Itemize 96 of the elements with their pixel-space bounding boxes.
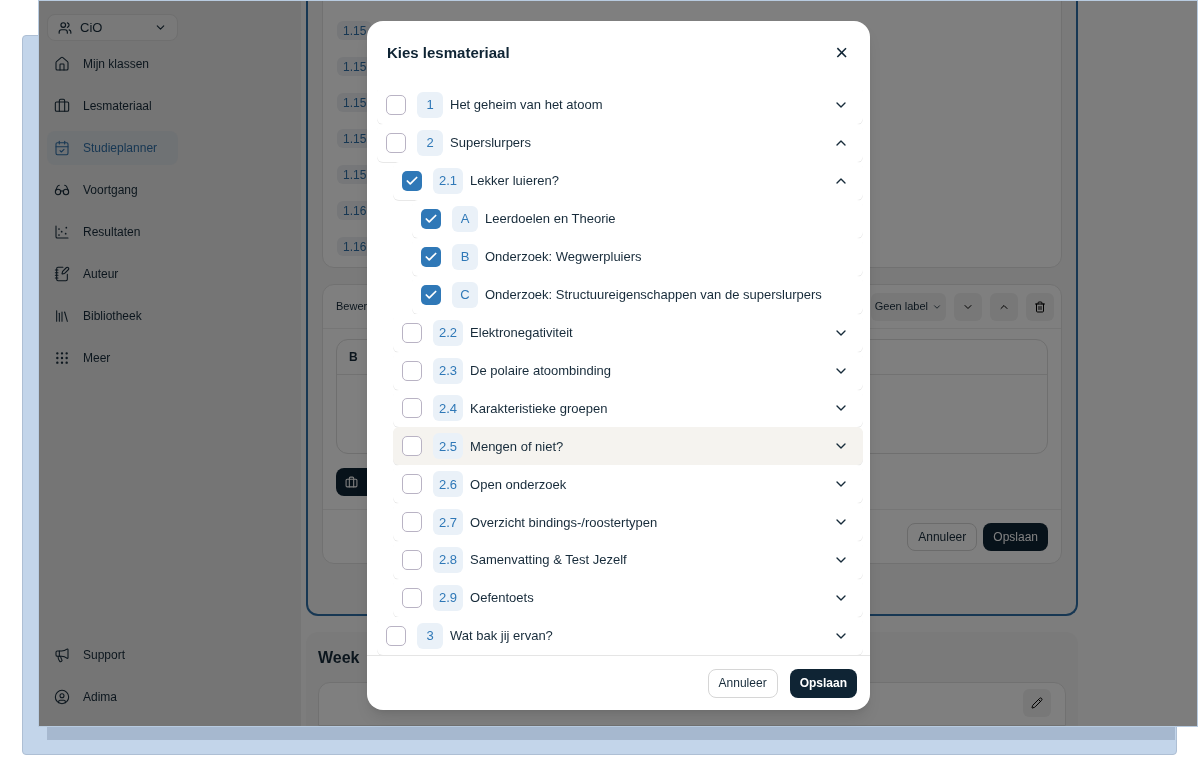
trash-icon xyxy=(1034,300,1046,313)
briefcase-icon xyxy=(345,475,358,489)
cancel-button[interactable]: Annuleer xyxy=(907,522,978,551)
nav-item[interactable]: Adima xyxy=(47,680,178,714)
material-title: Elektronegativiteit xyxy=(470,323,574,342)
close-button[interactable]: × xyxy=(835,42,848,64)
glasses-icon xyxy=(54,182,70,198)
checkbox[interactable] xyxy=(421,246,441,267)
checkbox[interactable] xyxy=(402,360,422,381)
nav-item[interactable]: Auteur xyxy=(47,257,178,291)
number-badge: 1 xyxy=(417,91,443,118)
number-badge: 2 xyxy=(417,129,443,156)
material-title: Open onderzoek xyxy=(470,475,568,494)
material-title: Superslurpers xyxy=(450,134,532,153)
material-row[interactable]: 2.5 Mengen of niet? xyxy=(393,427,863,466)
checkbox[interactable] xyxy=(402,588,422,609)
account-dropdown[interactable]: CiO xyxy=(47,14,178,41)
delete-button[interactable] xyxy=(1026,292,1054,321)
number-badge: 2.2 xyxy=(433,319,464,346)
checkbox[interactable] xyxy=(421,284,441,305)
number-badge: 2.3 xyxy=(433,357,464,384)
label-dropdown[interactable]: Geen label xyxy=(870,292,946,321)
material-title: Wat bak jij ervan? xyxy=(450,627,554,646)
number-badge: A xyxy=(452,205,478,232)
cancel-button[interactable]: Annuleer xyxy=(707,668,778,698)
material-row[interactable]: 2.2 Elektronegativiteit xyxy=(393,313,863,352)
save-button[interactable]: Opslaan xyxy=(983,522,1048,551)
calendar-check-icon xyxy=(54,140,70,156)
scatter-chart-icon xyxy=(54,224,70,240)
nav-item[interactable]: Resultaten xyxy=(47,215,178,249)
material-row[interactable]: A Leerdoelen en Theorie xyxy=(412,199,863,238)
material-row[interactable]: 2.1 Lekker luieren? xyxy=(393,161,863,200)
material-title: De polaire atoombinding xyxy=(470,361,612,380)
notebook-icon xyxy=(54,266,70,282)
material-row[interactable]: 2.4 Karakteristieke groepen xyxy=(393,389,863,428)
nav-item[interactable]: Support xyxy=(47,638,178,672)
nav-item[interactable]: Meer xyxy=(47,341,178,375)
briefcase-icon xyxy=(54,98,70,114)
material-title: Onderzoek: Wegwerpluiers xyxy=(485,247,643,266)
nav-item[interactable]: Lesmateriaal xyxy=(47,89,178,123)
library-icon xyxy=(54,308,70,324)
number-badge: 2.6 xyxy=(433,471,464,498)
checkbox[interactable] xyxy=(402,436,422,457)
material-title: Karakteristieke groepen xyxy=(470,399,609,418)
checkbox[interactable] xyxy=(386,626,406,647)
lesson-number: 1.15 xyxy=(337,21,373,40)
material-row[interactable]: 2.9 Oefentoets xyxy=(393,579,863,618)
nav-item[interactable]: Voortgang xyxy=(47,173,178,207)
number-badge: 3 xyxy=(417,623,443,650)
nav-item[interactable]: Mijn klassen xyxy=(47,47,178,81)
checkbox[interactable] xyxy=(402,550,422,571)
checkbox[interactable] xyxy=(402,398,422,419)
material-row[interactable]: 2.8 Samenvatting & Test Jezelf xyxy=(393,541,863,580)
material-title: Overzicht bindings-/roostertypen xyxy=(470,513,659,532)
house-icon xyxy=(54,56,70,72)
material-row[interactable]: 2.7 Overzicht bindings-/roostertypen xyxy=(393,503,863,542)
checkbox[interactable] xyxy=(402,322,422,343)
edit-button[interactable] xyxy=(1023,689,1051,717)
material-title: Leerdoelen en Theorie xyxy=(485,210,617,229)
number-badge: 2.5 xyxy=(433,433,464,460)
checkbox[interactable] xyxy=(402,512,422,533)
users-icon xyxy=(58,20,72,35)
material-row[interactable]: B Onderzoek: Wegwerpluiers xyxy=(412,237,863,276)
bold-button[interactable]: B xyxy=(349,348,358,366)
number-badge: 2.1 xyxy=(433,167,464,194)
avatar-icon xyxy=(54,689,70,705)
material-title: Het geheim van het atoom xyxy=(450,96,604,115)
material-title: Onderzoek: Structuureigenschappen van de superslurpers xyxy=(485,285,823,304)
number-badge: 2.4 xyxy=(433,395,464,422)
material-title: Samenvatting & Test Jezelf xyxy=(470,551,628,570)
number-badge: C xyxy=(452,281,478,308)
number-badge: 2.8 xyxy=(433,547,464,574)
checkbox[interactable] xyxy=(386,94,406,115)
save-button[interactable]: Opslaan xyxy=(789,668,857,698)
material-row[interactable]: 2.6 Open onderzoek xyxy=(393,465,863,504)
checkbox[interactable] xyxy=(386,132,406,153)
number-badge: 2.7 xyxy=(433,509,464,536)
nav-item[interactable]: Bibliotheek xyxy=(47,299,178,333)
checkbox[interactable] xyxy=(402,474,422,495)
editor-title: Bewer xyxy=(336,299,369,315)
material-title: Oefentoets xyxy=(470,589,535,608)
pencil-icon xyxy=(1031,697,1043,709)
material-row[interactable]: 2.3 De polaire atoombinding xyxy=(393,351,863,390)
checkbox[interactable] xyxy=(402,170,422,191)
material-row[interactable]: 3 Wat bak jij ervan? xyxy=(377,617,863,655)
material-row[interactable]: C Onderzoek: Structuureigenschappen van de superslurpers xyxy=(412,275,863,314)
checkbox[interactable] xyxy=(421,208,441,229)
number-badge: 2.9 xyxy=(433,585,464,612)
week-title: Week xyxy=(318,648,361,668)
material-title: Mengen of niet? xyxy=(470,437,565,456)
material-row[interactable]: 2 Superslurpers xyxy=(377,123,863,162)
grid-icon xyxy=(54,350,70,366)
material-title: Lekker luieren? xyxy=(470,172,560,191)
megaphone-icon xyxy=(54,647,70,663)
dialog-title: Kies lesmateriaal xyxy=(387,42,510,63)
number-badge: B xyxy=(452,243,478,270)
